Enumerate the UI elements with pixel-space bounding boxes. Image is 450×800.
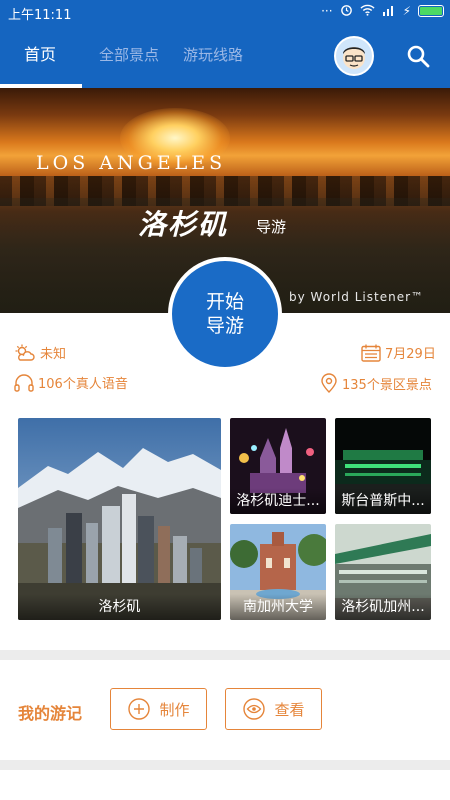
tile-label: 洛杉矶迪士...: [230, 488, 326, 514]
hero-guide-label: 导游: [256, 218, 287, 236]
battery-icon: [418, 5, 444, 17]
tab-all-spots-label: 全部景点: [99, 46, 160, 64]
journal-card: 我的游记 制作 查看: [0, 660, 450, 760]
charging-icon: ⚡: [402, 4, 411, 18]
start-guide-button[interactable]: 开始 导游: [168, 257, 282, 371]
hero-credit: by World Listener™: [289, 290, 425, 304]
weather-icon: [15, 344, 35, 361]
journal-title: 我的游记: [18, 704, 83, 723]
tile-los-angeles[interactable]: 洛杉矶: [18, 418, 221, 620]
tab-routes[interactable]: 游玩线路: [183, 24, 243, 88]
tile-staples-center[interactable]: 斯台普斯中...: [335, 418, 431, 514]
tab-home[interactable]: 首页: [0, 24, 83, 88]
tab-home-label: 首页: [24, 45, 57, 64]
tile-la-convention[interactable]: 洛杉矶加州...: [335, 524, 431, 620]
tile-label: 洛杉矶: [18, 594, 221, 620]
view-journal-label: 查看: [274, 700, 305, 719]
status-time: 上午11:11: [8, 8, 72, 23]
start-guide-line2: 导游: [205, 315, 244, 337]
location-pin-icon: [321, 373, 337, 393]
audio-count-text: 106个真人语音: [38, 377, 128, 392]
search-button[interactable]: [400, 38, 436, 74]
avatar[interactable]: [334, 36, 374, 76]
alarm-icon: [340, 3, 353, 19]
spots-info: 135个景区景点: [320, 373, 432, 393]
create-journal-label: 制作: [159, 700, 190, 719]
status-icons: ··· ⚡: [321, 3, 444, 19]
weather-info: 未知: [14, 343, 66, 362]
audio-info: 106个真人语音: [14, 373, 128, 392]
tile-los-angeles-image: [18, 418, 221, 620]
hero-city-cn: 洛杉矶: [138, 208, 229, 241]
eye-icon: [243, 698, 266, 720]
create-journal-button[interactable]: 制作: [110, 688, 207, 730]
tile-label: 斯台普斯中...: [335, 488, 431, 514]
calendar-icon: [361, 344, 381, 362]
next-card-title-placeholder: [18, 796, 138, 800]
date-text: 7月29日: [385, 347, 436, 362]
next-card: [0, 770, 450, 800]
app-bar: 首页 全部景点 游玩线路: [0, 24, 450, 88]
view-journal-button[interactable]: 查看: [225, 688, 322, 730]
status-bar: 上午11:11 ··· ⚡: [0, 0, 450, 24]
weather-text: 未知: [40, 347, 67, 362]
signal-icon: [382, 4, 396, 19]
hero-city-en: Los Angeles: [36, 152, 227, 174]
more-dots-icon: ···: [321, 4, 333, 18]
tab-routes-label: 游玩线路: [183, 46, 244, 64]
plus-icon: [128, 698, 151, 720]
tile-label: 南加州大学: [230, 594, 326, 620]
search-icon: [407, 45, 430, 68]
tile-disneyland[interactable]: 洛杉矶迪士...: [230, 418, 326, 514]
spots-count-text: 135个景区景点: [342, 377, 432, 393]
tile-usc[interactable]: 南加州大学: [230, 524, 326, 620]
date-info: 7月29日: [361, 343, 436, 362]
tile-label: 洛杉矶加州...: [335, 594, 431, 620]
headphones-icon: [14, 373, 34, 392]
wifi-icon: [360, 4, 375, 19]
start-guide-line1: 开始: [205, 291, 244, 313]
tab-all-spots[interactable]: 全部景点: [99, 24, 159, 88]
